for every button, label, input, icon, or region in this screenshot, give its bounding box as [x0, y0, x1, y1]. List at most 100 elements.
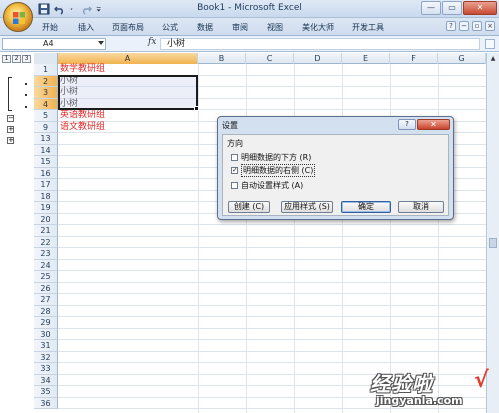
option-summary-right[interactable]: ✓ 明细数据的右侧 (C): [231, 164, 316, 177]
row-header[interactable]: 22: [34, 236, 58, 248]
row-cells[interactable]: [58, 340, 486, 352]
row-header[interactable]: 21: [34, 225, 58, 237]
dialog-help-button[interactable]: ?: [398, 119, 416, 130]
row-cells[interactable]: [58, 329, 486, 340]
column-header-d[interactable]: D: [294, 53, 342, 64]
name-box[interactable]: A4: [2, 38, 106, 50]
fill-handle[interactable]: [194, 106, 199, 111]
row-header[interactable]: 18: [34, 190, 58, 202]
row-header[interactable]: 26: [34, 282, 58, 294]
option-summary-below[interactable]: 明细数据的下方 (R): [231, 152, 311, 163]
tab-view[interactable]: 视图: [267, 22, 283, 33]
row-header[interactable]: 5: [34, 110, 58, 122]
row-cells[interactable]: [58, 306, 486, 317]
scroll-thumb[interactable]: [489, 238, 497, 248]
cell-a[interactable]: 数学教研组: [60, 64, 105, 75]
help-icon[interactable]: ?: [446, 21, 456, 31]
collapse-group-button[interactable]: −: [7, 115, 14, 122]
table-row: 26: [34, 282, 486, 294]
row-cells[interactable]: [58, 248, 486, 260]
tab-home[interactable]: 开始: [42, 22, 58, 33]
row-header[interactable]: 3: [34, 87, 58, 99]
restore-button[interactable]: ▭: [442, 1, 462, 15]
row-header[interactable]: 30: [34, 328, 58, 340]
close-button[interactable]: ✕: [463, 1, 497, 15]
row-cells[interactable]: [58, 271, 486, 283]
row-header[interactable]: 27: [34, 294, 58, 306]
row-cells[interactable]: [58, 283, 486, 294]
row-header[interactable]: 13: [34, 133, 58, 145]
row-header[interactable]: 2: [34, 75, 58, 87]
row-header[interactable]: 24: [34, 259, 58, 271]
ribbon-minimize-icon[interactable]: −: [459, 21, 469, 31]
row-header[interactable]: 14: [34, 144, 58, 156]
dialog-close-button[interactable]: ✕: [417, 119, 450, 130]
row-cells[interactable]: [58, 352, 486, 363]
row-header[interactable]: 15: [34, 156, 58, 168]
apply-styles-button[interactable]: 应用样式 (S): [281, 201, 333, 213]
column-header-g[interactable]: G: [438, 53, 486, 64]
minimize-button[interactable]: —: [421, 1, 441, 15]
row-header[interactable]: 29: [34, 317, 58, 329]
column-header-b[interactable]: B: [198, 53, 246, 64]
row-header[interactable]: 31: [34, 340, 58, 352]
row-header[interactable]: 19: [34, 202, 58, 214]
column-header-f[interactable]: F: [390, 53, 438, 64]
tab-insert[interactable]: 插入: [78, 22, 94, 33]
column-header-c[interactable]: C: [246, 53, 294, 64]
row-header[interactable]: 17: [34, 179, 58, 191]
name-box-dropdown-icon[interactable]: [98, 41, 104, 45]
tab-developer[interactable]: 开发工具: [352, 22, 384, 33]
expand-group-button[interactable]: +: [7, 137, 14, 144]
row-cells[interactable]: [58, 317, 486, 329]
row-header[interactable]: 9: [34, 121, 58, 133]
row-header[interactable]: 20: [34, 213, 58, 225]
row-header[interactable]: 33: [34, 363, 58, 375]
row-header[interactable]: 34: [34, 374, 58, 386]
office-button[interactable]: [3, 2, 33, 32]
row-cells[interactable]: [58, 64, 486, 76]
tab-beautify-master[interactable]: 美化大师: [302, 22, 334, 33]
row-cells[interactable]: [58, 260, 486, 271]
ribbon-close-icon[interactable]: ×: [485, 21, 495, 31]
cancel-button[interactable]: 取消: [398, 201, 444, 213]
create-button[interactable]: 创建 (C): [228, 201, 270, 213]
expand-group-button[interactable]: +: [7, 126, 14, 133]
tab-review[interactable]: 审阅: [232, 22, 248, 33]
row-cells[interactable]: [58, 237, 486, 248]
formula-input[interactable]: 小树: [160, 38, 480, 50]
row-header[interactable]: 35: [34, 386, 58, 398]
select-all-corner[interactable]: [34, 53, 58, 64]
cell-a[interactable]: 语文教研组: [60, 122, 105, 133]
row-header[interactable]: 36: [34, 397, 58, 409]
worksheet-grid[interactable]: A B C D E F G 1 数学教研组 2 小树 3 小树 4 小树 5 英语教研组 9 语文教研…: [34, 53, 486, 413]
row-header[interactable]: 23: [34, 248, 58, 260]
outline-level-3-button[interactable]: 3: [22, 55, 31, 63]
outline-level-1-button[interactable]: 1: [2, 55, 11, 63]
insert-function-icon[interactable]: fx: [148, 37, 156, 47]
tab-data[interactable]: 数据: [197, 22, 213, 33]
row-header[interactable]: 4: [34, 98, 58, 110]
ribbon-restore-icon[interactable]: ▫: [472, 21, 482, 31]
row-cells[interactable]: [58, 225, 486, 237]
option-auto-styles[interactable]: 自动设置样式 (A): [231, 180, 303, 191]
tab-formulas[interactable]: 公式: [162, 22, 178, 33]
row-header[interactable]: 16: [34, 167, 58, 179]
vertical-scrollbar[interactable]: ▲: [486, 53, 499, 413]
summary-right-checkbox[interactable]: ✓: [231, 167, 238, 174]
cell-a[interactable]: 英语教研组: [60, 110, 105, 121]
ok-button[interactable]: 确定: [341, 201, 391, 213]
row-header[interactable]: 32: [34, 351, 58, 363]
row-header[interactable]: 1: [34, 64, 58, 76]
scroll-up-icon[interactable]: ▲: [489, 55, 497, 63]
tab-page-layout[interactable]: 页面布局: [112, 22, 144, 33]
auto-styles-checkbox[interactable]: [231, 182, 238, 189]
column-header-a[interactable]: A: [58, 53, 198, 64]
outline-level-2-button[interactable]: 2: [12, 55, 21, 63]
row-cells[interactable]: [58, 294, 486, 306]
row-header[interactable]: 25: [34, 271, 58, 283]
column-header-e[interactable]: E: [342, 53, 390, 64]
expand-formula-bar-icon[interactable]: [485, 39, 495, 49]
row-header[interactable]: 28: [34, 305, 58, 317]
summary-below-checkbox[interactable]: [231, 154, 238, 161]
